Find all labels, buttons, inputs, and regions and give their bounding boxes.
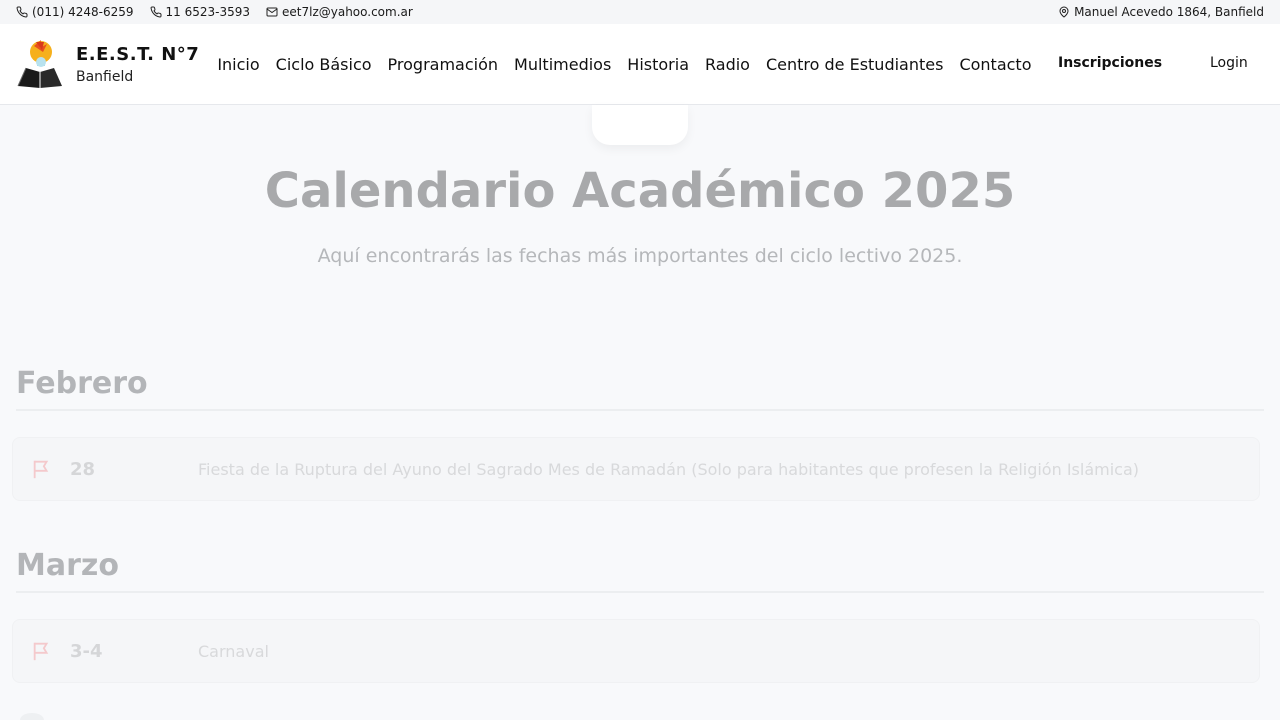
scroll-indicator <box>20 713 44 720</box>
flag-icon <box>33 460 49 479</box>
email-text: eet7lz@yahoo.com.ar <box>282 5 413 19</box>
month-heading: Febrero <box>16 366 1264 411</box>
floating-tab <box>592 105 688 145</box>
mail-icon <box>266 7 278 17</box>
map-pin-icon <box>1059 6 1069 18</box>
nav-ciclo-basico[interactable]: Ciclo Básico <box>276 55 372 74</box>
brand[interactable]: E.E.S.T. N°7 Banfield <box>16 38 199 90</box>
phone-1-text: (011) 4248-6259 <box>32 5 134 19</box>
nav-inicio[interactable]: Inicio <box>217 55 259 74</box>
email-link[interactable]: eet7lz@yahoo.com.ar <box>266 5 413 19</box>
phone-icon <box>16 6 28 18</box>
page-title: Calendario Académico 2025 <box>264 163 1016 219</box>
phone-icon <box>150 6 162 18</box>
event-description: Carnaval <box>198 641 269 661</box>
event-description: Fiesta de la Ruptura del Ayuno del Sagra… <box>198 459 1139 479</box>
address[interactable]: Manuel Acevedo 1864, Banfield <box>1058 5 1264 19</box>
inscripciones-link[interactable]: Inscripciones <box>1058 55 1162 71</box>
site-header: E.E.S.T. N°7 Banfield Inicio Ciclo Básic… <box>0 24 1280 105</box>
page-subtitle: Aquí encontrarás las fechas más importan… <box>317 245 963 267</box>
school-location: Banfield <box>76 68 134 85</box>
month-section-marzo: Marzo 3-4 Carnaval <box>12 548 1264 683</box>
school-logo-icon <box>17 40 62 88</box>
phone-2-text: 11 6523-3593 <box>165 5 251 19</box>
login-link[interactable]: Login <box>1210 55 1248 71</box>
nav-programacion[interactable]: Programación <box>388 55 498 74</box>
school-name: E.E.S.T. N°7 <box>76 43 200 65</box>
month-heading: Marzo <box>16 548 1264 593</box>
calendar-event: 3-4 Carnaval <box>12 619 1260 683</box>
event-date: 3-4 <box>70 640 103 662</box>
top-info-bar: (011) 4248-6259 11 6523-3593 eet7lz@yaho… <box>0 0 1280 24</box>
calendar-event: 28 Fiesta de la Ruptura del Ayuno del Sa… <box>12 437 1260 501</box>
nav-historia[interactable]: Historia <box>627 55 689 74</box>
month-section-febrero: Febrero 28 Fiesta de la Ruptura del Ayun… <box>12 366 1264 501</box>
event-date: 28 <box>70 458 96 480</box>
address-text: Manuel Acevedo 1864, Banfield <box>1074 5 1264 19</box>
nav-radio[interactable]: Radio <box>705 55 750 74</box>
nav-centro-estudiantes[interactable]: Centro de Estudiantes <box>766 55 943 74</box>
phone-1[interactable]: (011) 4248-6259 <box>16 5 134 19</box>
phone-2[interactable]: 11 6523-3593 <box>150 5 251 19</box>
nav-contacto[interactable]: Contacto <box>959 55 1031 74</box>
nav-multimedios[interactable]: Multimedios <box>514 55 611 74</box>
flag-icon <box>33 642 49 661</box>
main-nav: Inicio Ciclo Básico Programación Multime… <box>217 55 1031 74</box>
